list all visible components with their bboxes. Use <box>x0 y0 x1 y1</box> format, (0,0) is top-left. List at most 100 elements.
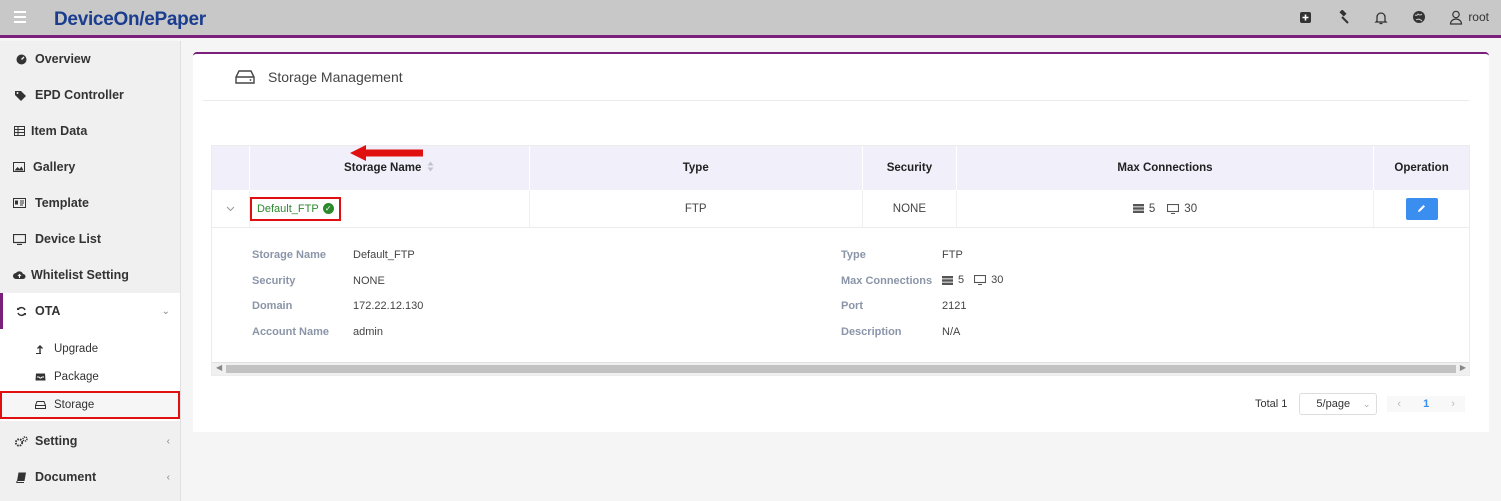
sidebar-item-label: Whitelist Setting <box>31 268 129 282</box>
hard-drive-icon <box>34 401 46 409</box>
scroll-left-icon[interactable]: ◀ <box>216 363 222 372</box>
scroll-thumb[interactable] <box>226 365 1456 373</box>
detail-label-domain: Domain <box>252 300 293 312</box>
pagination-total: Total 1 <box>1255 398 1288 410</box>
storage-name-text: Default_FTP <box>256 202 319 215</box>
detail-value-storage-name: Default_FTP <box>353 249 415 261</box>
sidebar-item-ota[interactable]: OTA ⌄ <box>0 293 180 329</box>
page-nav: ‹ 1 › <box>1387 396 1465 412</box>
inbox-icon <box>34 373 46 381</box>
chevron-left-icon: ‹ <box>166 471 170 483</box>
chevron-left-icon: ‹ <box>166 435 170 447</box>
dashboard-icon <box>14 54 28 65</box>
next-page-icon[interactable]: › <box>1451 398 1455 410</box>
page-number[interactable]: 1 <box>1423 398 1429 410</box>
sidebar-item-epd-controller[interactable]: EPD Controller <box>0 77 180 113</box>
sidebar-item-whitelist-setting[interactable]: Whitelist Setting <box>0 257 180 293</box>
sidebar-subitem-label: Upgrade <box>54 343 99 355</box>
globe-icon[interactable] <box>1411 9 1427 25</box>
upload-arrow-icon <box>34 344 46 354</box>
book-icon <box>14 472 28 483</box>
page-size-select[interactable]: 5/page ⌄ <box>1299 393 1378 415</box>
page-title: Storage Management <box>268 69 403 85</box>
gavel-icon[interactable] <box>1335 9 1351 25</box>
sidebar-item-gallery[interactable]: Gallery <box>0 149 180 185</box>
sidebar-item-label: Device List <box>35 232 102 246</box>
expanded-row-details: Storage Name Default_FTP Security NONE D… <box>212 228 1469 362</box>
refresh-icon <box>14 306 28 317</box>
ota-submenu: Upgrade Package Storage <box>0 329 180 421</box>
pencil-icon <box>1418 205 1426 212</box>
user-icon <box>1450 10 1463 25</box>
detail-label-type: Type <box>841 249 866 261</box>
detail-label-port: Port <box>841 300 863 312</box>
sidebar-subitem-upgrade[interactable]: Upgrade <box>0 335 180 363</box>
sidebar-item-item-data[interactable]: Item Data <box>0 113 180 149</box>
cell-security: NONE <box>863 190 957 227</box>
detail-value-type: FTP <box>942 249 963 261</box>
chevron-down-icon: ⌄ <box>161 305 170 317</box>
annotation-arrow <box>350 145 423 161</box>
storage-table: Storage Name Type Security Max Connectio… <box>211 145 1470 376</box>
sidebar-item-label: EPD Controller <box>35 88 124 102</box>
sidebar-subitem-storage[interactable]: Storage <box>0 391 180 419</box>
sidebar-item-device-list[interactable]: Device List <box>0 221 180 257</box>
column-header-type: Type <box>530 146 863 190</box>
panel-header: Storage Management <box>203 54 1469 101</box>
server-icon <box>942 275 953 285</box>
sidebar-item-document[interactable]: Document ‹ <box>0 459 180 495</box>
sort-icon[interactable] <box>427 161 434 175</box>
detail-value-description: N/A <box>942 326 961 338</box>
column-header-label: Storage Name <box>344 162 422 174</box>
cell-operation <box>1374 190 1469 227</box>
sidebar-item-overview[interactable]: Overview <box>0 41 180 77</box>
chevron-down-icon <box>226 206 235 211</box>
id-card-icon <box>12 198 26 208</box>
sidebar-subitem-label: Storage <box>54 399 95 411</box>
storage-panel: Storage Management Storage Name Type Sec… <box>193 52 1489 432</box>
detail-max-device: 30 <box>991 274 1004 286</box>
scroll-right-icon[interactable]: ▶ <box>1460 363 1466 372</box>
column-header-security: Security <box>863 146 957 190</box>
detail-value-max-connections: 5 30 <box>942 274 1003 286</box>
column-header-operation: Operation <box>1394 162 1449 174</box>
cell-max-connections: 5 30 <box>957 190 1375 227</box>
sidebar-item-setting[interactable]: Setting ‹ <box>0 423 180 459</box>
check-circle-icon: ✓ <box>322 203 334 214</box>
cell-type: FTP <box>530 190 863 227</box>
expand-column-header <box>212 146 250 190</box>
sidebar-subitem-label: Package <box>54 371 99 383</box>
detail-label-security: Security <box>252 275 296 287</box>
user-menu[interactable]: root <box>1449 10 1489 25</box>
max-connections-device: 30 <box>1184 202 1198 215</box>
sidebar-item-label: Item Data <box>31 124 88 138</box>
table-icon <box>12 126 26 136</box>
sidebar-item-template[interactable]: Template <box>0 185 180 221</box>
sidebar-item-label: Template <box>35 196 89 210</box>
sidebar-item-label: Gallery <box>33 160 76 174</box>
edit-button[interactable] <box>1405 197 1438 220</box>
detail-value-port: 2121 <box>942 300 967 312</box>
chevron-down-icon: ⌄ <box>1362 398 1371 409</box>
detail-max-server: 5 <box>958 274 965 286</box>
monitor-icon <box>1167 203 1180 214</box>
user-name: root <box>1468 10 1489 24</box>
server-icon <box>1132 204 1144 213</box>
menu-icon[interactable] <box>14 11 26 25</box>
detail-value-domain: 172.22.12.130 <box>353 300 424 312</box>
plus-square-icon[interactable] <box>1297 9 1313 25</box>
pagination: Total 1 5/page ⌄ ‹ 1 › <box>1255 393 1465 415</box>
sidebar-subitem-package[interactable]: Package <box>0 363 180 391</box>
cogs-icon <box>14 435 28 447</box>
expand-toggle[interactable] <box>212 190 250 227</box>
bell-icon[interactable] <box>1373 9 1389 25</box>
cell-storage-name: Default_FTP ✓ <box>249 190 530 227</box>
table-row[interactable]: Default_FTP ✓ FTP NONE 5 30 <box>212 190 1469 228</box>
prev-page-icon[interactable]: ‹ <box>1397 398 1401 410</box>
brand-logo: DeviceOn/ePaper <box>54 9 206 30</box>
horizontal-scrollbar[interactable]: ◀ ▶ <box>212 362 1469 375</box>
detail-value-account-name: admin <box>353 326 383 338</box>
storage-name-link[interactable]: Default_FTP ✓ <box>249 196 341 221</box>
top-icons: root <box>1297 9 1489 25</box>
sidebar-item-label: Setting <box>35 434 78 448</box>
